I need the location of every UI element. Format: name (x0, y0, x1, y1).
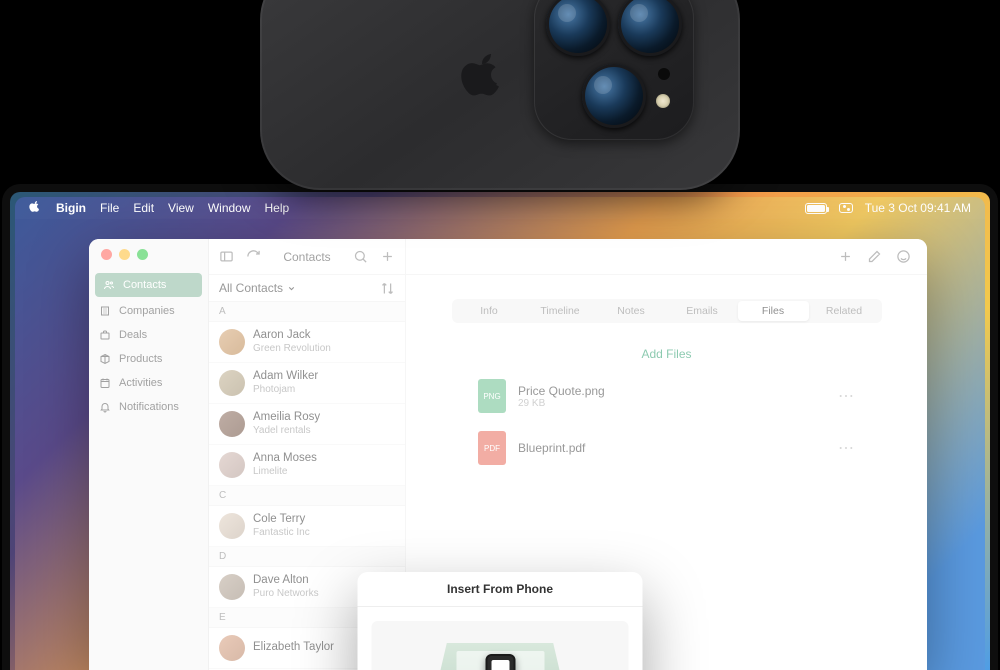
control-center-icon[interactable] (839, 203, 853, 213)
dialog-illustration (372, 621, 629, 670)
menubar-view[interactable]: View (168, 201, 194, 215)
apple-menu-icon[interactable] (29, 200, 42, 216)
menubar-file[interactable]: File (100, 201, 119, 215)
apple-logo-icon (460, 50, 510, 110)
menubar-app-name[interactable]: Bigin (56, 201, 86, 215)
phone-icon (485, 654, 515, 670)
laptop-frame: Bigin File Edit View Window Help Tue 3 O… (2, 184, 998, 670)
lidar-icon (658, 68, 670, 80)
camera-lens-icon (618, 0, 682, 56)
iphone-device (260, 0, 740, 190)
menubar-help[interactable]: Help (265, 201, 290, 215)
menubar-edit[interactable]: Edit (133, 201, 154, 215)
menubar-datetime[interactable]: Tue 3 Oct 09:41 AM (865, 201, 971, 215)
insert-from-phone-dialog: Insert From Phone Cancel Add Files (358, 572, 643, 670)
battery-icon[interactable] (805, 203, 827, 214)
camera-flash-icon (656, 94, 670, 108)
dialog-title: Insert From Phone (358, 572, 643, 607)
menubar-window[interactable]: Window (208, 201, 251, 215)
macos-menubar: Bigin File Edit View Window Help Tue 3 O… (15, 197, 985, 219)
camera-lens-icon (546, 0, 610, 56)
camera-lens-icon (582, 64, 646, 128)
iphone-camera-module (534, 0, 694, 140)
